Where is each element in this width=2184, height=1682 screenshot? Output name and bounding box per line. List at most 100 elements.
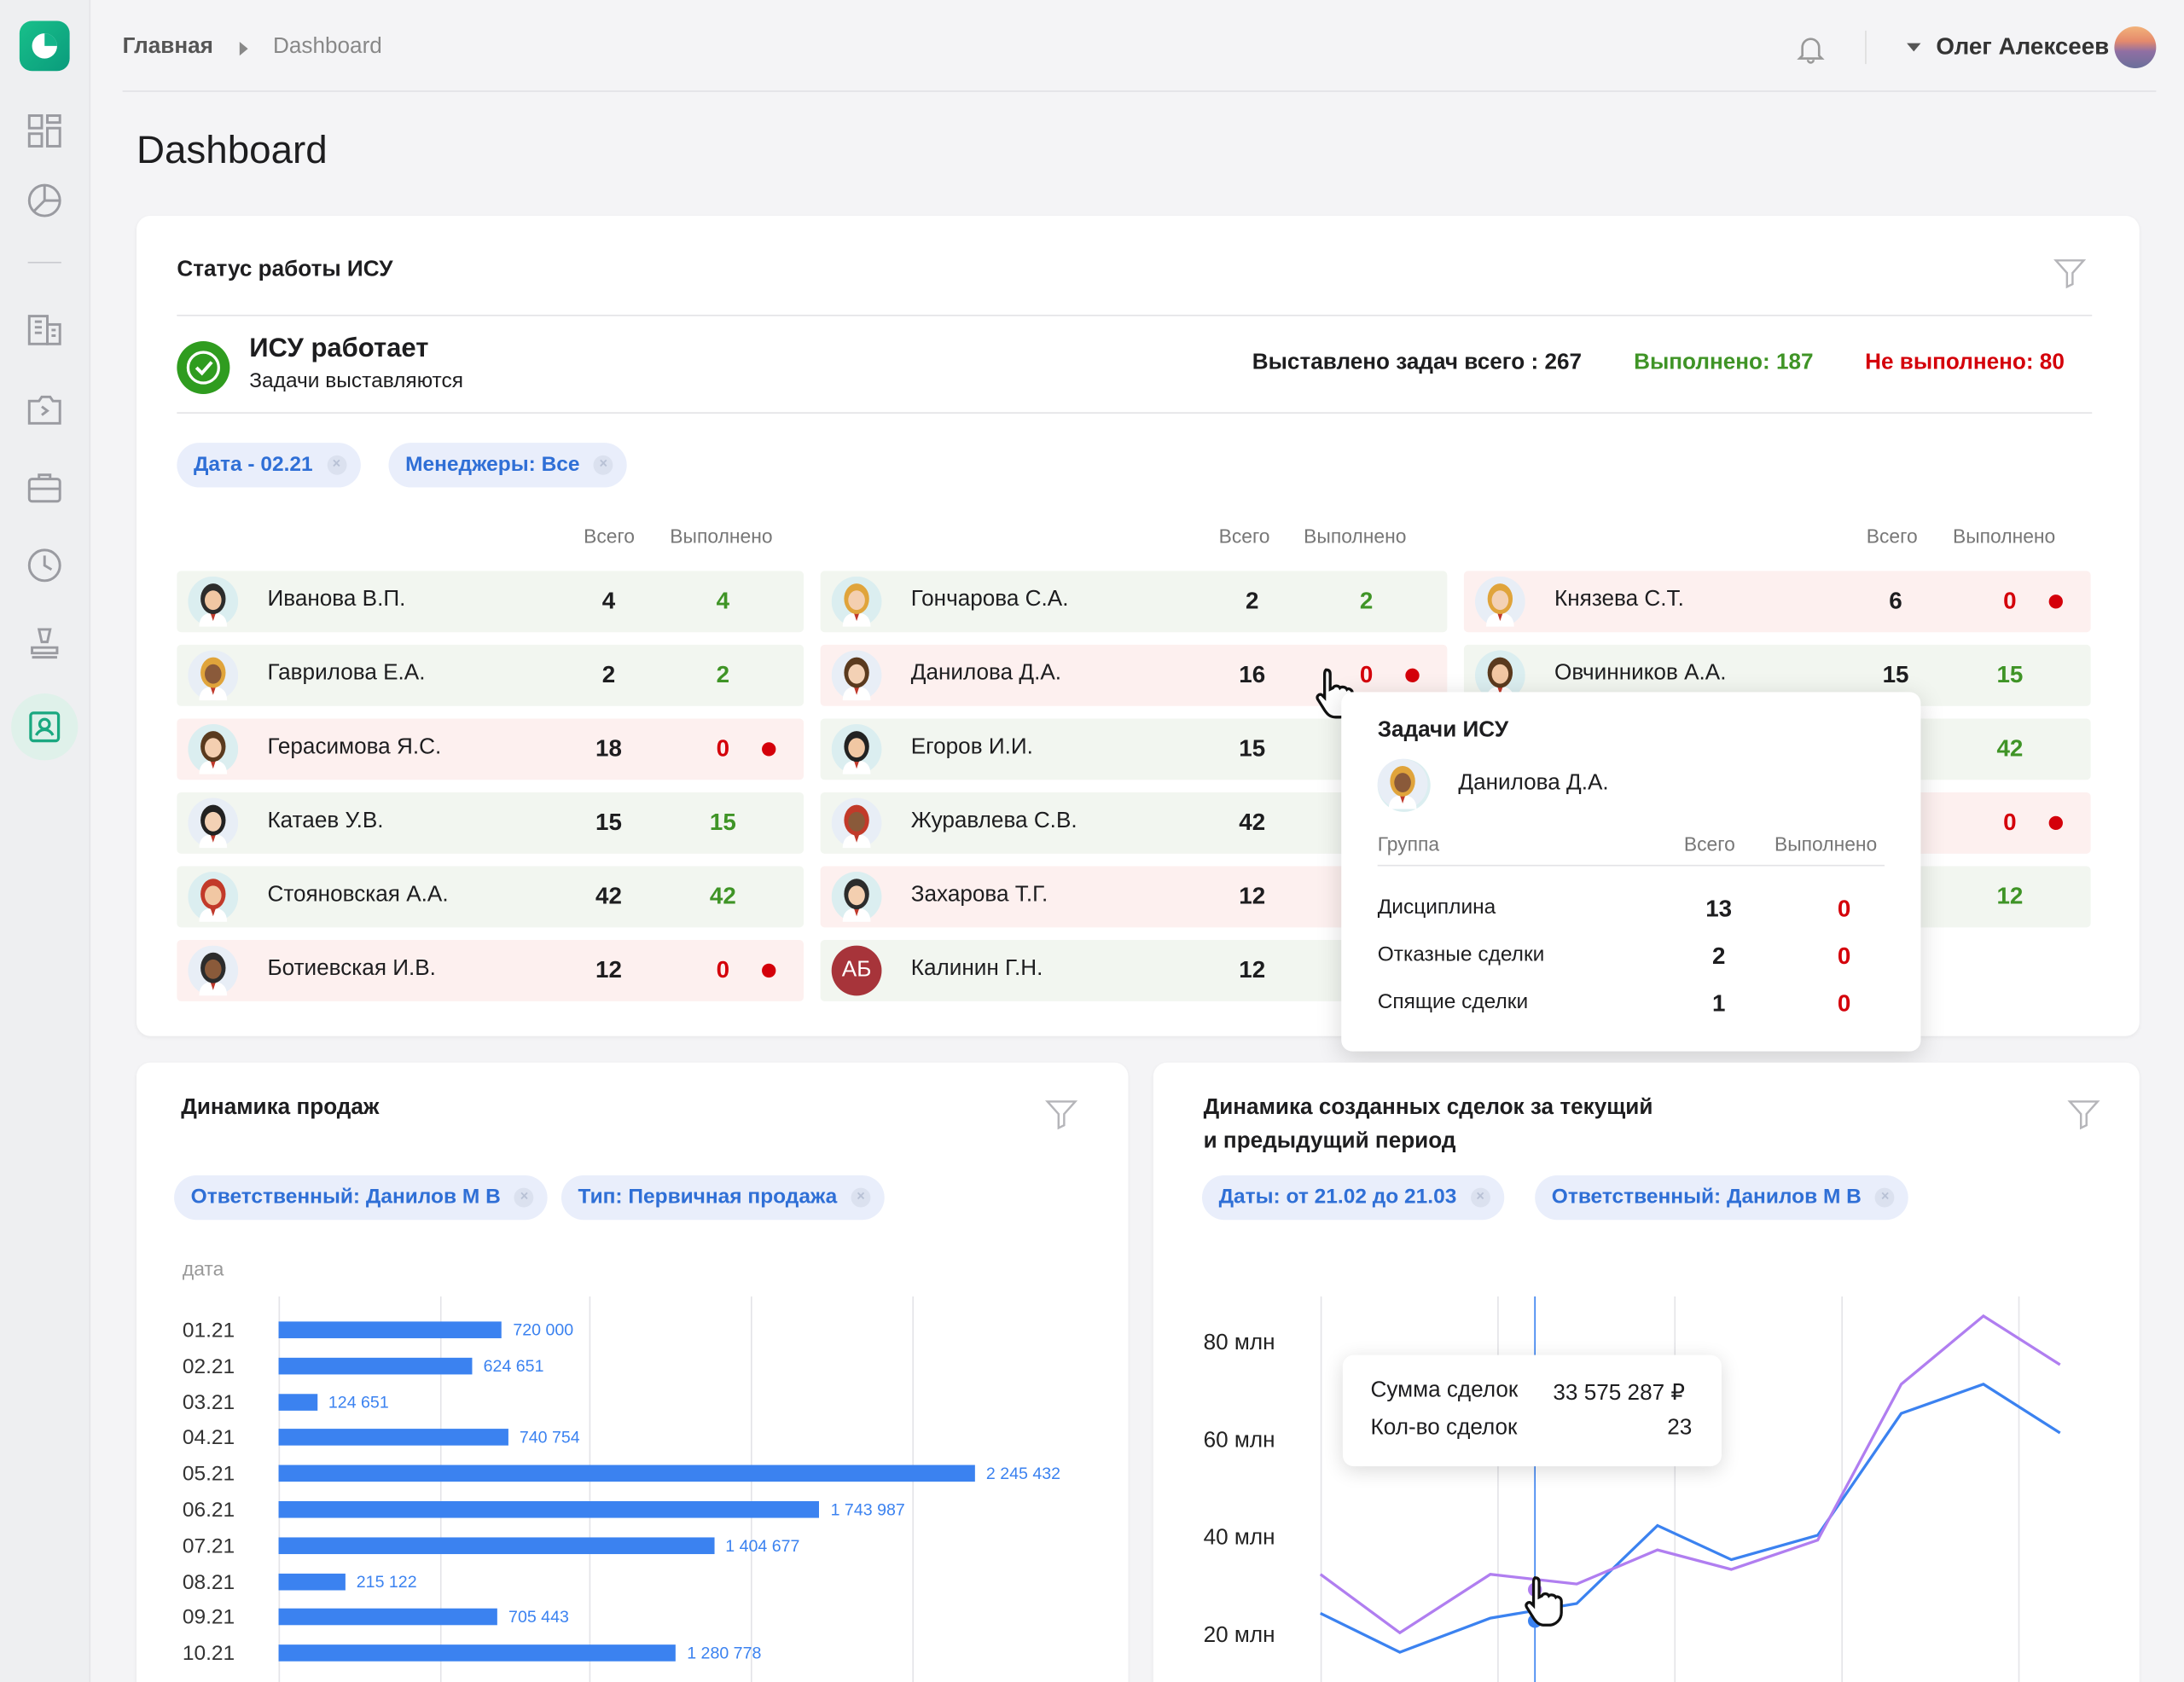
table-row[interactable]: Гаврилова Е.А. 2 2 (177, 644, 804, 706)
table-row[interactable]: Иванова В.П. 4 4 (177, 571, 804, 633)
bell-icon[interactable] (1795, 33, 1826, 64)
pie-chart-icon[interactable] (25, 181, 64, 220)
building-icon[interactable] (25, 309, 64, 348)
stamp-icon[interactable] (25, 624, 64, 663)
bar-category-label: 08.21 (182, 1569, 235, 1594)
isu-total-tasks: Выставлено задач всего : 267 (1252, 351, 1583, 375)
tasks-total: 42 (595, 883, 622, 910)
bar[interactable] (278, 1537, 715, 1554)
bar-category-label: 05.21 (182, 1462, 235, 1487)
bar[interactable] (278, 1429, 508, 1447)
breadcrumb-arrow-icon (239, 41, 248, 56)
tasks-done: 42 (1996, 735, 2024, 763)
chevron-down-icon[interactable] (1905, 42, 1922, 53)
avatar (1474, 576, 1525, 627)
bar-category-label: 07.21 (182, 1534, 235, 1558)
sales-chart-axis-label: дата (182, 1257, 224, 1280)
manager-name: Гаврилова Е.А. (267, 661, 426, 686)
user-name[interactable]: Олег Алексеев (1936, 33, 2109, 61)
page-title: Dashboard (136, 128, 328, 171)
table-row[interactable]: Гончарова С.А. 2 2 (820, 571, 1448, 633)
bar-value-label: 124 651 (328, 1391, 389, 1412)
tasks-done: 12 (1996, 883, 2024, 910)
avatar (188, 650, 239, 701)
popup-title: Задачи ИСУ (1377, 718, 1509, 743)
table-row[interactable]: Герасимова Я.С. 18 0 (177, 718, 804, 780)
app-logo-icon[interactable] (19, 20, 70, 72)
close-icon[interactable]: × (1875, 1187, 1896, 1208)
bar[interactable] (278, 1573, 346, 1590)
filter-chip-managers[interactable]: Менеджеры: Все × (388, 443, 628, 488)
bar[interactable] (278, 1500, 820, 1518)
bar-category-label: 01.21 (182, 1319, 235, 1343)
tooltip-count-value: 23 (1667, 1416, 1693, 1441)
y-tick-label: 40 млн (1203, 1526, 1275, 1551)
popup-total: 1 (1711, 989, 1726, 1017)
bar[interactable] (278, 1609, 497, 1626)
bar-value-label: 740 754 (519, 1428, 580, 1447)
user-avatar[interactable] (2114, 26, 2157, 68)
popup-done: 0 (1837, 942, 1851, 970)
manager-name: Журавлева С.В. (910, 809, 1077, 833)
tasks-done: 4 (716, 587, 730, 614)
alert-dot (762, 742, 776, 757)
avatar (831, 650, 882, 701)
close-icon[interactable]: × (1470, 1187, 1490, 1208)
tasks-total: 16 (1239, 661, 1266, 688)
breadcrumb-current: Dashboard (272, 34, 382, 59)
filter-icon[interactable] (2065, 1096, 2101, 1132)
table-row[interactable]: Князева С.Т. 6 0 (1463, 571, 2091, 633)
bar[interactable] (278, 1393, 317, 1411)
bar-value-label: 624 651 (483, 1355, 544, 1376)
folder-icon[interactable] (25, 390, 64, 429)
manager-name: Данилова Д.А. (910, 661, 1062, 686)
close-icon[interactable]: × (327, 455, 346, 475)
tasks-done: 0 (2003, 587, 2017, 614)
bar-category-label: 03.21 (182, 1390, 235, 1415)
manager-name: Овчинников А.А. (1554, 661, 1727, 686)
chip-label: Ответственный: Данилов М В (1551, 1185, 1862, 1209)
close-icon[interactable]: × (851, 1187, 871, 1208)
popup-total: 13 (1705, 895, 1733, 922)
bar[interactable] (278, 1357, 473, 1375)
bar[interactable] (278, 1464, 975, 1482)
chip-label: Ответственный: Данилов М В (190, 1185, 501, 1209)
close-icon[interactable]: × (593, 455, 613, 475)
filter-chip-responsible[interactable]: Ответственный: Данилов М В × (174, 1174, 549, 1221)
filter-chip-responsible[interactable]: Ответственный: Данилов М В × (1535, 1174, 1909, 1221)
table-row[interactable]: Ботиевская И.В. 12 0 (177, 940, 804, 1001)
tasks-total: 18 (595, 735, 622, 763)
topbar-divider-line (122, 90, 2157, 92)
tasks-total: 42 (1239, 809, 1266, 836)
filter-chip-date[interactable]: Дата - 02.21 × (177, 443, 361, 488)
tasks-total: 6 (1889, 587, 1902, 614)
close-icon[interactable]: × (514, 1187, 534, 1208)
bar[interactable] (278, 1644, 677, 1662)
avatar (188, 576, 239, 627)
grid-line (912, 1296, 915, 1682)
tooltip-sum-value: 33 575 287 ₽ (1553, 1381, 1686, 1406)
popup-done: 0 (1837, 895, 1851, 922)
popup-col-total: Всего (1683, 832, 1735, 856)
clock-icon[interactable] (25, 546, 64, 585)
tasks-total: 15 (1239, 735, 1266, 763)
contact-card-icon[interactable] (25, 707, 64, 746)
manager-name: Ботиевская И.В. (267, 956, 436, 981)
filter-icon[interactable] (1043, 1096, 1079, 1132)
isu-status-subtitle: Задачи выставляются (249, 368, 463, 393)
popup-total: 2 (1711, 942, 1726, 970)
breadcrumb-home[interactable]: Главная (123, 35, 213, 60)
filter-chip-dates[interactable]: Даты: от 21.02 до 21.03 × (1201, 1174, 1504, 1221)
tasks-total: 2 (601, 661, 616, 688)
filter-icon[interactable] (2052, 255, 2088, 291)
dashboard-icon[interactable] (25, 112, 64, 151)
bar-category-label: 06.21 (182, 1498, 235, 1522)
bar[interactable] (278, 1321, 502, 1338)
tasks-done: 42 (709, 883, 736, 910)
table-row[interactable]: Стояновская А.А. 42 42 (177, 866, 804, 928)
sidebar (0, 0, 91, 1682)
table-row[interactable]: Катаев У.В. 15 15 (177, 792, 804, 854)
filter-chip-type[interactable]: Тип: Первичная продажа × (561, 1174, 885, 1221)
briefcase-icon[interactable] (25, 468, 64, 508)
divider (1377, 864, 1885, 867)
